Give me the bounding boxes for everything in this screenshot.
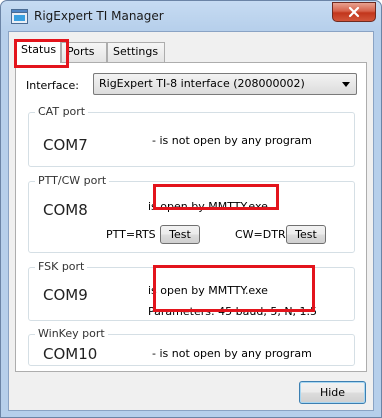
tab-status[interactable]: Status — [15, 40, 61, 63]
app-window: RigExpert TI Manager Status Ports Settin… — [0, 0, 382, 418]
window-title: RigExpert TI Manager — [34, 9, 164, 23]
interface-selected-value: RigExpert TI-8 interface (208000002) — [99, 77, 305, 90]
ptt-cw-port-name: COM8 — [43, 201, 88, 219]
winkey-port-name: COM10 — [43, 345, 98, 363]
interface-label: Interface: — [26, 79, 79, 92]
fsk-port-parameters: Parameters: 45 baud, 5, N, 1.5 — [148, 305, 318, 318]
cw-test-button[interactable]: Test — [286, 225, 326, 244]
tab-ports[interactable]: Ports — [61, 42, 107, 62]
dialog-client-area: Status Ports Settings Interface: RigExpe… — [8, 31, 374, 411]
chevron-down-icon[interactable] — [342, 82, 350, 87]
cat-port-title: CAT port — [38, 105, 86, 118]
hide-button[interactable]: Hide — [299, 381, 366, 404]
fsk-port-title: FSK port — [38, 260, 85, 273]
app-icon — [11, 9, 28, 24]
ptt-test-button[interactable]: Test — [160, 225, 200, 244]
title-bar[interactable]: RigExpert TI Manager — [1, 1, 381, 31]
fsk-port-name: COM9 — [43, 286, 88, 304]
cat-port-status: - is not open by any program — [152, 134, 312, 147]
ptt-cw-port-group: PTT/CW port COM8 is open by MMTTY.exe PT… — [28, 175, 355, 253]
tab-settings[interactable]: Settings — [107, 42, 165, 62]
winkey-port-title: WinKey port — [38, 327, 105, 340]
cat-port-name: COM7 — [43, 136, 88, 154]
winkey-port-status: - is not open by any program — [152, 347, 312, 360]
fsk-port-group: FSK port COM9 is open by MMTTY.exe Param… — [28, 261, 355, 321]
ptt-cw-port-title: PTT/CW port — [38, 174, 107, 187]
ptt-rts-label: PTT=RTS — [106, 228, 156, 241]
cw-dtr-label: CW=DTR — [235, 228, 286, 241]
winkey-port-group: WinKey port COM10 - is not open by any p… — [28, 328, 355, 366]
close-button[interactable] — [332, 2, 376, 22]
ptt-cw-port-status: is open by MMTTY.exe — [148, 200, 268, 213]
close-icon — [348, 6, 360, 18]
status-panel: Interface: RigExpert TI-8 interface (208… — [15, 62, 367, 372]
cat-port-group: CAT port COM7 - is not open by any progr… — [28, 106, 355, 167]
interface-select[interactable]: RigExpert TI-8 interface (208000002) — [93, 73, 357, 95]
fsk-port-status: is open by MMTTY.exe — [148, 284, 268, 297]
